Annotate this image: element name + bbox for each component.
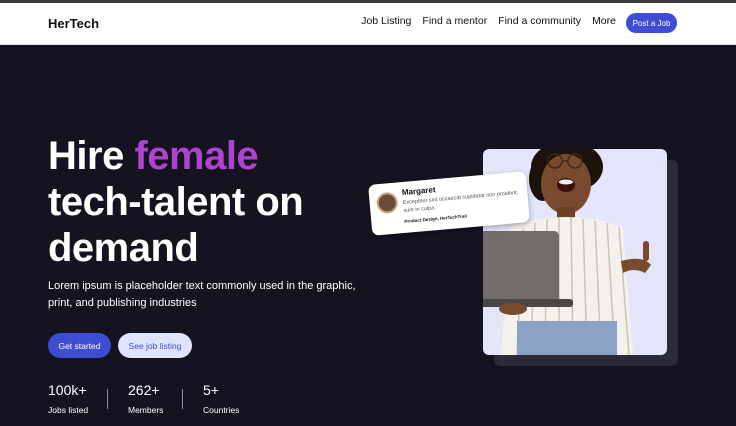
headline-line-2: tech-talent on (48, 180, 304, 224)
post-job-button[interactable]: Post a Job (626, 13, 677, 33)
stat-value: 5+ (203, 382, 219, 398)
stat-jobs: 100k+ Jobs listed (48, 382, 88, 415)
stat-label: Jobs listed (48, 405, 89, 415)
stat-value: 262+ (128, 382, 160, 398)
headline-accent: female (134, 134, 259, 178)
avatar (375, 191, 399, 215)
nav-link-job-listing[interactable]: Job Listing (361, 15, 411, 27)
hero-subtext: Lorem ipsum is placeholder text commonly… (48, 280, 356, 309)
nav-link-more[interactable]: More (592, 15, 616, 27)
stat-label: Members (128, 405, 164, 415)
headline-line-3: demand (48, 226, 199, 270)
stat-label: Countries (203, 405, 240, 415)
nav-links: Job Listing Find a mentor Find a communi… (361, 15, 616, 27)
hero-headline: Hire female tech-talent on demand (48, 133, 368, 271)
nav-link-find-community[interactable]: Find a community (498, 15, 581, 27)
top-navbar: HerTech Job Listing Find a mentor Find a… (0, 3, 736, 45)
stat-value: 100k+ (48, 382, 87, 398)
stat-divider (107, 389, 108, 409)
testimonial-name: Margaret (401, 185, 436, 198)
headline-prefix: Hire (48, 134, 135, 178)
see-job-listing-button[interactable]: See job listing (118, 333, 192, 358)
page: HerTech Job Listing Find a mentor Find a… (0, 0, 736, 426)
brand-logo[interactable]: HerTech (48, 16, 99, 31)
stat-divider (182, 389, 183, 409)
testimonial-role: Product Design, HerTechTrail (404, 213, 468, 224)
nav-link-find-mentor[interactable]: Find a mentor (422, 15, 487, 27)
stat-countries: 5+ Countries (203, 382, 239, 415)
stat-members: 262+ Members (128, 382, 163, 415)
get-started-button[interactable]: Get started (48, 333, 111, 358)
